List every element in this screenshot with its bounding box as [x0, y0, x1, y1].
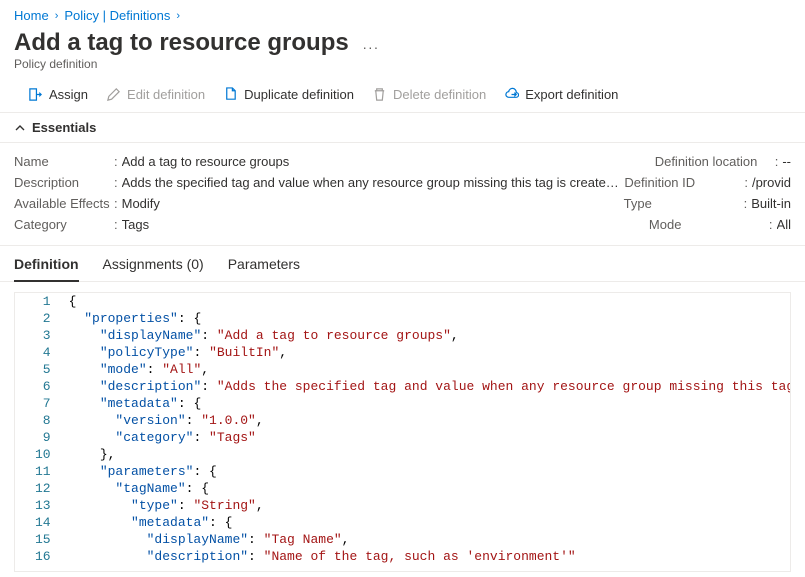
ess-category-label: Category — [14, 217, 114, 232]
ess-mode-value: All — [777, 217, 791, 232]
page-title: Add a tag to resource groups — [14, 29, 349, 57]
ess-effects-label: Available Effects — [14, 196, 114, 211]
ess-defloc-label: Definition location — [655, 154, 775, 169]
ess-desc-value: Adds the specified tag and value when an… — [122, 175, 625, 190]
chevron-up-icon — [14, 122, 26, 134]
trash-icon — [372, 87, 387, 102]
breadcrumb: Home › Policy | Definitions › — [0, 0, 805, 25]
essentials-label: Essentials — [32, 120, 96, 135]
ess-type-label: Type — [624, 196, 744, 211]
tab-parameters[interactable]: Parameters — [228, 256, 300, 281]
breadcrumb-home[interactable]: Home — [14, 8, 49, 23]
duplicate-definition-button[interactable]: Duplicate definition — [223, 87, 354, 102]
edit-definition-button: Edit definition — [106, 87, 205, 102]
command-bar: Assign Edit definition Duplicate definit… — [0, 81, 805, 113]
delete-definition-button: Delete definition — [372, 87, 486, 102]
export-definition-button[interactable]: Export definition — [504, 87, 618, 102]
editor-code[interactable]: { "properties": { "displayName": "Add a … — [63, 293, 790, 565]
ess-defid-value: /provid — [752, 175, 791, 190]
tab-bar: Definition Assignments (0) Parameters — [0, 246, 805, 282]
ess-name-value: Add a tag to resource groups — [122, 154, 290, 169]
ess-defid-label: Definition ID — [624, 175, 744, 190]
essentials-toggle[interactable]: Essentials — [0, 113, 805, 143]
editor-gutter: 12345678910111213141516 — [15, 293, 63, 565]
ess-name-label: Name — [14, 154, 114, 169]
title-bar: Add a tag to resource groups ··· — [0, 25, 805, 57]
pencil-icon — [106, 87, 121, 102]
ess-category-value: Tags — [122, 217, 149, 232]
ess-desc-label: Description — [14, 175, 114, 190]
assign-icon — [28, 87, 43, 102]
ess-effects-value: Modify — [122, 196, 160, 211]
ess-defloc-value: -- — [782, 154, 791, 169]
more-icon[interactable]: ··· — [362, 39, 379, 55]
page-subtitle: Policy definition — [0, 57, 805, 81]
chevron-right-icon: › — [176, 10, 180, 22]
breadcrumb-policy[interactable]: Policy | Definitions — [64, 8, 170, 23]
chevron-right-icon: › — [55, 10, 59, 22]
tab-assignments[interactable]: Assignments (0) — [103, 256, 204, 281]
copy-icon — [223, 87, 238, 102]
json-editor[interactable]: 12345678910111213141516 { "properties": … — [14, 292, 791, 572]
cloud-export-icon — [504, 87, 519, 102]
tab-definition[interactable]: Definition — [14, 256, 79, 282]
assign-button[interactable]: Assign — [28, 87, 88, 102]
ess-type-value: Built-in — [751, 196, 791, 211]
essentials-panel: Name : Add a tag to resource groups Defi… — [0, 143, 805, 246]
ess-mode-label: Mode — [649, 217, 769, 232]
